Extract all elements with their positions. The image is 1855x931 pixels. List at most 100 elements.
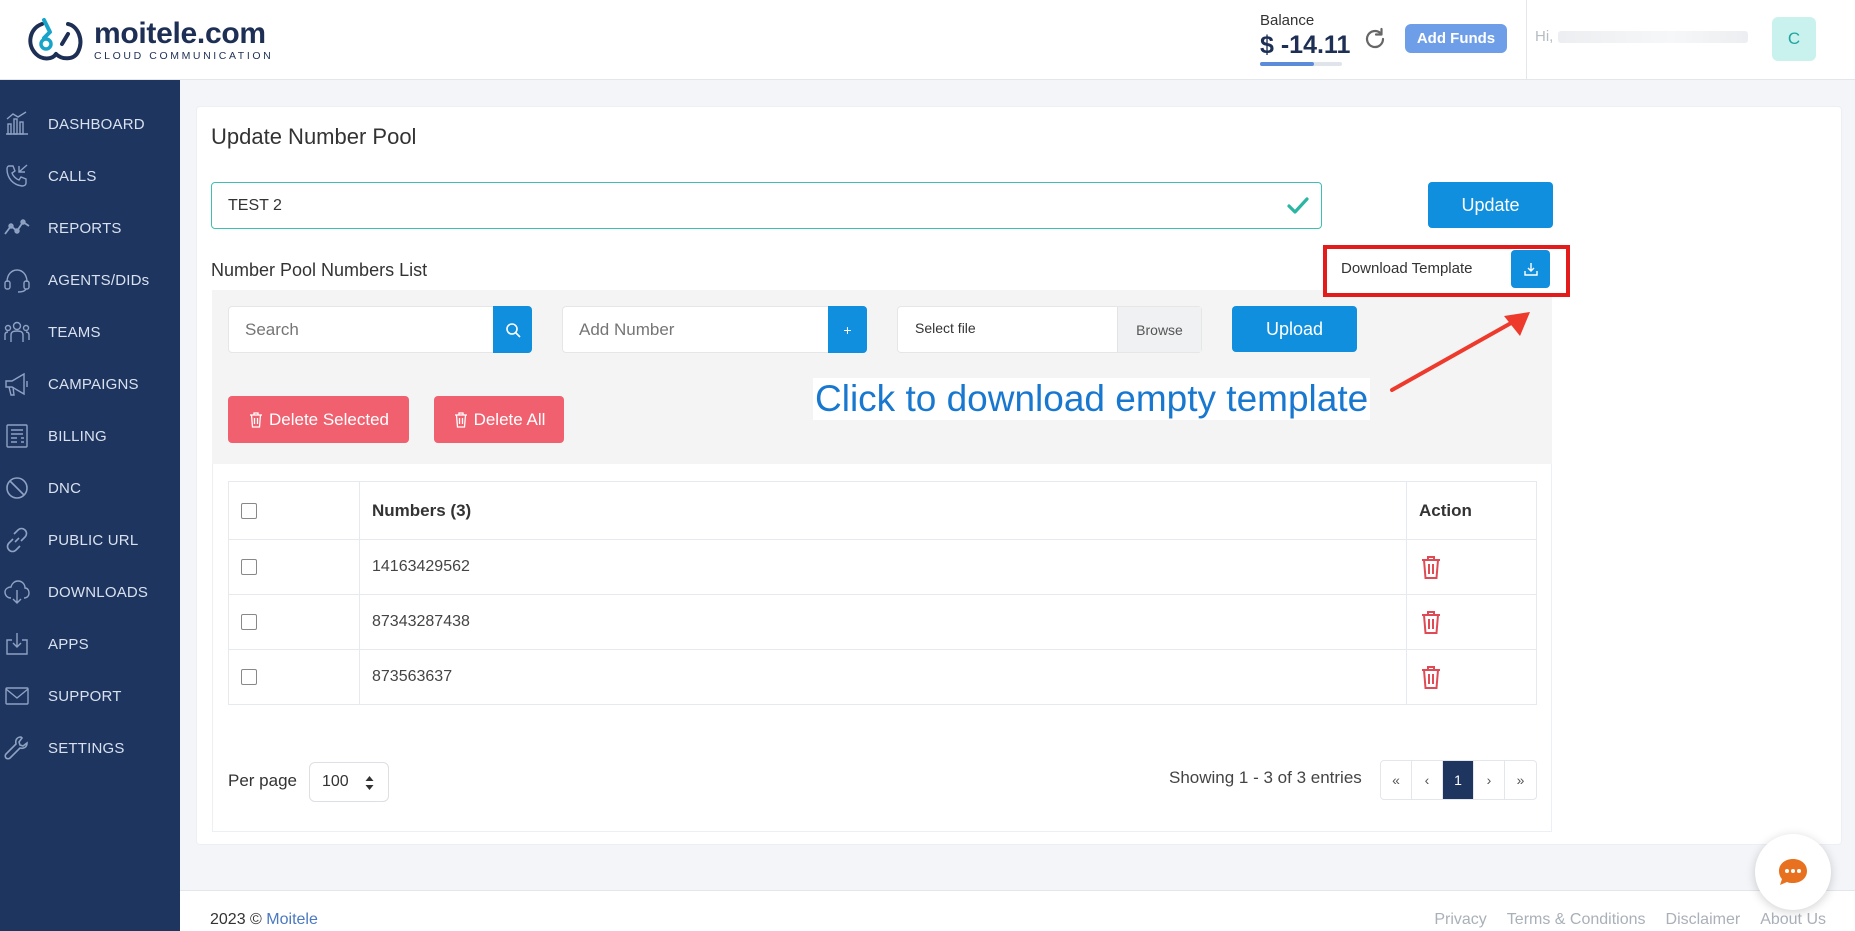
trash-icon[interactable] <box>1419 554 1443 580</box>
add-funds-button[interactable]: Add Funds <box>1405 24 1507 53</box>
file-picker[interactable]: Select file Browse <box>897 306 1202 353</box>
add-number-field[interactable] <box>562 306 867 353</box>
trash-icon <box>249 412 262 428</box>
sidebar-item-label: DOWNLOADS <box>48 583 149 601</box>
page-prev[interactable]: ‹ <box>1412 761 1443 799</box>
row-checkbox[interactable] <box>241 613 257 630</box>
balance-label: Balance <box>1260 12 1315 29</box>
row-checkbox[interactable] <box>241 668 257 685</box>
numbers-table: Numbers (3) Action 14163429562 873432874… <box>228 481 1537 705</box>
add-number-input[interactable] <box>563 307 823 352</box>
table-row: 873563637 <box>228 649 1537 705</box>
sidebar-item-settings[interactable]: SETTINGS <box>0 728 180 768</box>
update-button[interactable]: Update <box>1428 182 1553 228</box>
search-button[interactable] <box>493 306 532 353</box>
balance-value: $ -14.11 <box>1260 31 1351 59</box>
select-arrows-icon <box>365 776 374 790</box>
balance-widget: Balance $ -14.11 <box>1260 12 1350 66</box>
sidebar-item-campaigns[interactable]: CAMPAIGNS <box>0 364 180 404</box>
balance-bar <box>1260 62 1342 66</box>
page-next[interactable]: › <box>1474 761 1505 799</box>
page-1[interactable]: 1 <box>1443 761 1474 799</box>
footer-link-terms[interactable]: Terms & Conditions <box>1507 911 1646 929</box>
sidebar-item-label: SETTINGS <box>48 739 125 757</box>
refresh-icon[interactable] <box>1362 26 1388 52</box>
per-page-label: Per page <box>228 771 297 790</box>
table-row: 87343287438 <box>228 594 1537 650</box>
pool-name-input[interactable] <box>212 183 1272 228</box>
sidebar-item-downloads[interactable]: DOWNLOADS <box>0 572 180 612</box>
chat-icon <box>1779 859 1807 885</box>
delete-selected-button[interactable]: Delete Selected <box>228 396 409 443</box>
download-template-label[interactable]: Download Template <box>1341 260 1472 277</box>
check-icon <box>1287 197 1309 214</box>
row-action-cell <box>1406 594 1537 650</box>
row-number: 14163429562 <box>359 539 1407 595</box>
delete-all-button[interactable]: Delete All <box>434 396 564 443</box>
trash-icon[interactable] <box>1419 664 1443 690</box>
sidebar-item-public-url[interactable]: PUBLIC URL <box>0 520 180 560</box>
numbers-column-header: Numbers (3) <box>359 481 1407 540</box>
sidebar-item-calls[interactable]: CALLS <box>0 156 180 196</box>
row-check-cell <box>228 594 360 650</box>
table-header-row: Numbers (3) Action <box>228 481 1537 540</box>
download-icon <box>1523 263 1538 276</box>
footer-link-about[interactable]: About Us <box>1760 911 1826 929</box>
sidebar: DASHBOARD CALLS REPORTS AGENTS/DIDs TEAM… <box>0 80 180 931</box>
sidebar-item-billing[interactable]: BILLING <box>0 416 180 456</box>
phone-icon <box>2 161 32 191</box>
greeting-prefix: Hi, <box>1535 28 1554 45</box>
sidebar-item-label: AGENTS/DIDs <box>48 271 150 289</box>
browse-button[interactable]: Browse <box>1117 307 1201 352</box>
search-icon <box>505 322 521 338</box>
sidebar-item-agents[interactable]: AGENTS/DIDs <box>0 260 180 300</box>
trash-icon[interactable] <box>1419 609 1443 635</box>
sidebar-item-teams[interactable]: TEAMS <box>0 312 180 352</box>
per-page-select[interactable]: 100 <box>309 762 389 802</box>
chat-widget-button[interactable] <box>1755 834 1831 910</box>
download-template-button[interactable] <box>1511 250 1550 288</box>
logo[interactable]: moitele.com CLOUD COMMUNICATION <box>22 14 273 66</box>
sidebar-item-dashboard[interactable]: DASHBOARD <box>0 104 180 144</box>
pool-name-field[interactable] <box>211 182 1322 229</box>
ban-icon <box>2 473 32 503</box>
row-checkbox[interactable] <box>241 558 257 575</box>
logo-name: moitele.com <box>94 16 266 50</box>
brand-link[interactable]: Moitele <box>266 911 318 928</box>
row-number: 873563637 <box>359 649 1407 705</box>
search-input[interactable] <box>229 307 489 352</box>
user-greeting[interactable]: Hi, <box>1535 28 1748 45</box>
sidebar-item-label: PUBLIC URL <box>48 531 139 549</box>
avatar[interactable]: C <box>1772 17 1816 61</box>
page-first[interactable]: « <box>1381 761 1412 799</box>
footer-link-disclaimer[interactable]: Disclaimer <box>1666 911 1741 929</box>
logo-tagline: CLOUD COMMUNICATION <box>94 49 274 62</box>
page-last[interactable]: » <box>1505 761 1536 799</box>
pagination: « ‹ 1 › » <box>1380 760 1537 800</box>
sidebar-item-apps[interactable]: APPS <box>0 624 180 664</box>
sidebar-item-label: SUPPORT <box>48 687 122 705</box>
per-page-value: 100 <box>322 773 349 790</box>
upload-button[interactable]: Upload <box>1232 306 1357 352</box>
row-check-cell <box>228 649 360 705</box>
sidebar-item-reports[interactable]: REPORTS <box>0 208 180 248</box>
team-icon <box>2 317 32 347</box>
sidebar-item-dnc[interactable]: DNC <box>0 468 180 508</box>
sidebar-item-support[interactable]: SUPPORT <box>0 676 180 716</box>
chart-line-icon <box>2 213 32 243</box>
megaphone-icon <box>2 369 32 399</box>
redacted-username <box>1557 31 1748 44</box>
annotation-arrow-icon <box>1390 312 1530 392</box>
sidebar-item-label: DASHBOARD <box>48 115 145 133</box>
search-field[interactable] <box>228 306 531 353</box>
select-all-checkbox[interactable] <box>241 503 257 520</box>
mail-icon <box>2 681 32 711</box>
showing-entries: Showing 1 - 3 of 3 entries <box>1169 768 1362 787</box>
row-number: 87343287438 <box>359 594 1407 650</box>
add-number-button[interactable]: + <box>828 306 867 353</box>
sidebar-item-label: BILLING <box>48 427 107 445</box>
sidebar-item-label: APPS <box>48 635 89 653</box>
footer-link-privacy[interactable]: Privacy <box>1434 911 1486 929</box>
delete-selected-label: Delete Selected <box>268 409 390 429</box>
list-title: Number Pool Numbers List <box>211 260 428 280</box>
